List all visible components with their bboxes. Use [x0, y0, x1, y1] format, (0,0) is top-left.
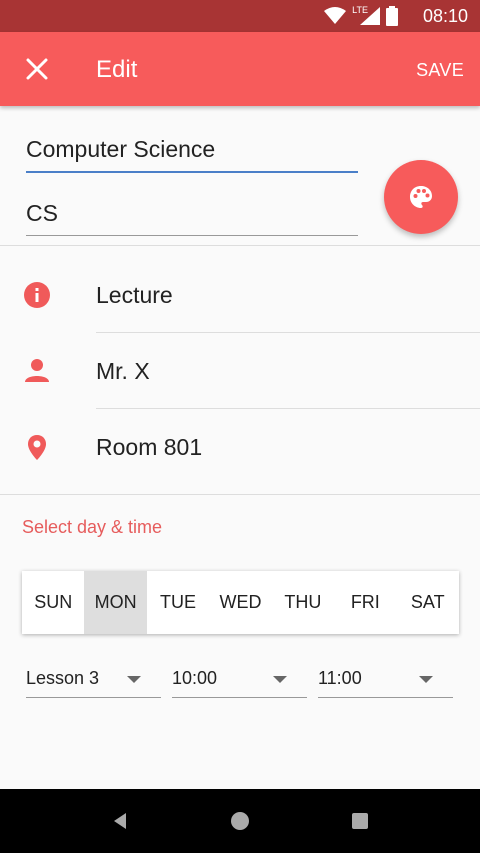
- row-divider: [96, 408, 480, 409]
- palette-icon: [410, 186, 432, 208]
- day-tue[interactable]: TUE: [147, 571, 209, 634]
- chevron-down-icon: [419, 676, 433, 683]
- day-thu[interactable]: THU: [272, 571, 334, 634]
- location-icon: [28, 435, 46, 460]
- section-divider: [0, 245, 480, 246]
- page-title: Edit: [96, 56, 138, 83]
- save-button[interactable]: SAVE: [416, 60, 464, 81]
- section-divider: [0, 494, 480, 495]
- close-icon[interactable]: [22, 54, 52, 84]
- select-day-time-label: Select day & time: [22, 517, 163, 537]
- home-icon[interactable]: [230, 811, 250, 831]
- teacher-value: Mr. X: [96, 358, 150, 384]
- subject-name-field[interactable]: Computer Science: [26, 136, 358, 173]
- day-sat[interactable]: SAT: [397, 571, 459, 634]
- start-time-dropdown[interactable]: 10:00: [172, 664, 307, 698]
- day-sun[interactable]: SUN: [22, 571, 84, 634]
- end-time-value: 11:00: [318, 668, 362, 688]
- subject-abbreviation-field[interactable]: CS: [26, 200, 358, 236]
- type-row[interactable]: Lecture: [0, 258, 480, 334]
- info-icon: [24, 282, 50, 308]
- back-icon[interactable]: [110, 811, 130, 831]
- status-time: 08:10: [422, 6, 468, 26]
- battery-icon: [386, 6, 398, 26]
- chevron-down-icon: [273, 676, 287, 683]
- lte-label: LTE: [352, 5, 368, 15]
- room-row[interactable]: Room 801: [0, 410, 480, 486]
- navigation-bar: [0, 789, 480, 853]
- start-time-value: 10:00: [172, 668, 218, 688]
- room-value: Room 801: [96, 434, 203, 460]
- color-picker-button[interactable]: [384, 160, 458, 234]
- person-icon: [25, 359, 49, 382]
- end-time-dropdown[interactable]: 11:00: [318, 664, 453, 698]
- day-fri[interactable]: FRI: [334, 571, 396, 634]
- day-selector: SUN MON TUE WED THU FRI SAT: [22, 571, 459, 634]
- app-bar: Edit SAVE: [0, 32, 480, 106]
- day-wed[interactable]: WED: [209, 571, 271, 634]
- type-value: Lecture: [96, 282, 173, 308]
- status-bar: LTE 08:10: [0, 0, 480, 32]
- chevron-down-icon: [127, 676, 141, 683]
- wifi-icon: [324, 7, 347, 24]
- teacher-row[interactable]: Mr. X: [0, 334, 480, 410]
- lesson-dropdown[interactable]: Lesson 3: [26, 664, 161, 698]
- day-mon[interactable]: MON: [84, 571, 147, 634]
- recents-icon[interactable]: [350, 811, 370, 831]
- lesson-value: Lesson 3: [26, 668, 100, 688]
- status-icons: LTE: [324, 5, 398, 26]
- row-divider: [96, 332, 480, 333]
